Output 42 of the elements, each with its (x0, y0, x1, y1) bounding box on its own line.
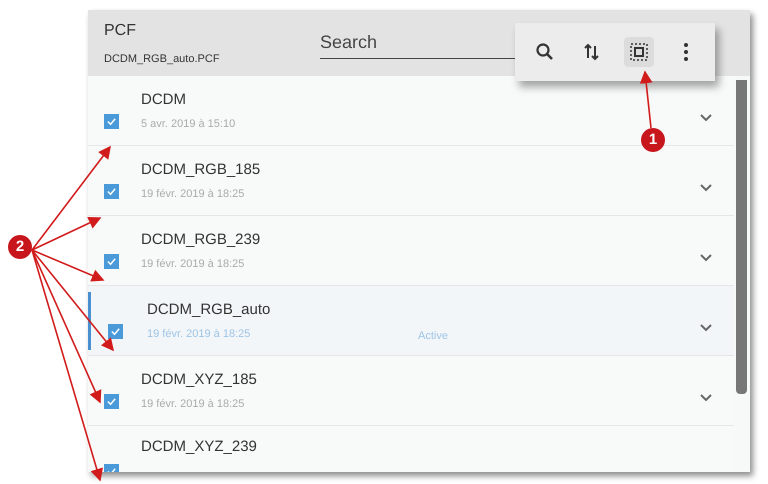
file-name: DCDM_RGB_auto.PCF (104, 52, 221, 67)
active-indicator (88, 292, 91, 350)
file-name: DCDM_XYZ_239 (141, 437, 257, 457)
chevron-down-icon[interactable] (700, 254, 712, 262)
chevron-down-icon[interactable] (700, 114, 712, 122)
search-field[interactable]: Search (320, 27, 518, 59)
chevron-down-icon[interactable] (700, 184, 712, 192)
file-date: 19 févr. 2019 à 18:25 (141, 187, 246, 202)
chevron-down-icon[interactable] (700, 324, 712, 332)
file-date: 5 avr. 2019 à 15:10 (141, 117, 236, 132)
file-row[interactable]: DCDM_XYZ_185 19 févr. 2019 à 18:25 (88, 356, 734, 426)
status-label: Active (418, 329, 448, 344)
callout-badge: 2 (8, 235, 32, 259)
file-name: DCDM_RGB_auto (147, 300, 270, 320)
file-name: DCDM_RGB_185 (141, 160, 260, 180)
check-icon (106, 256, 117, 267)
file-row[interactable]: DCDM_RGB_185 19 févr. 2019 à 18:25 (88, 146, 734, 216)
panel-title: PCF (104, 20, 137, 41)
file-name: DCDM_RGB_239 (141, 230, 260, 250)
file-row[interactable]: DCDM_RGB_auto 19 févr. 2019 à 18:25 Active (88, 286, 734, 356)
scrollbar[interactable] (736, 80, 747, 394)
file-name: DCDM_XYZ_185 (141, 370, 257, 390)
file-date: 19 févr. 2019 à 18:25 (141, 257, 246, 272)
file-name: DCDM (141, 90, 187, 110)
checkbox[interactable] (104, 184, 119, 199)
file-date: 19 févr. 2019 à 18:25 (147, 327, 252, 342)
file-row[interactable]: DCDM_XYZ_239 (88, 426, 734, 472)
check-icon (106, 396, 117, 407)
chevron-down-icon[interactable] (700, 394, 712, 402)
checkbox[interactable] (104, 114, 119, 129)
checkbox[interactable] (104, 394, 119, 409)
select-all-icon (628, 41, 650, 63)
file-row[interactable]: DCDM_RGB_239 19 févr. 2019 à 18:25 (88, 216, 734, 286)
check-icon (106, 186, 117, 197)
select-all-button[interactable] (624, 37, 654, 67)
checkbox[interactable] (108, 324, 123, 339)
check-icon (106, 116, 117, 127)
check-icon (110, 326, 121, 337)
file-date: 19 févr. 2019 à 18:25 (141, 397, 246, 412)
more-icon (684, 43, 688, 61)
checkbox[interactable] (104, 254, 119, 269)
callout-arrow (640, 70, 653, 128)
